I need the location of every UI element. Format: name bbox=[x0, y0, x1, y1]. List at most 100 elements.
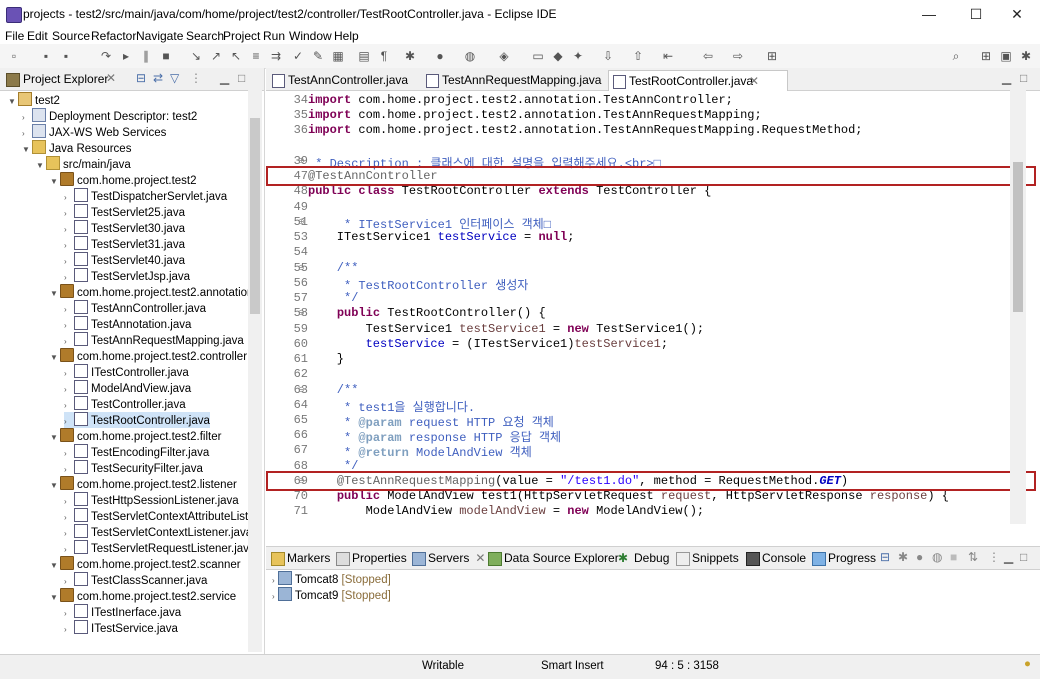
tab-markers[interactable]: Markers bbox=[271, 551, 330, 566]
tree-item[interactable]: ▼ com.home.project.test2.listener bbox=[50, 476, 237, 492]
tree-item[interactable]: › TestRootController.java bbox=[64, 412, 210, 428]
editor-scrollbar-thumb[interactable] bbox=[1013, 162, 1023, 312]
step-return-icon[interactable]: ↖ bbox=[228, 48, 244, 64]
wand-icon[interactable]: ✦ bbox=[570, 48, 586, 64]
tree-item[interactable]: › TestServletContextListener.java bbox=[64, 524, 252, 540]
coverage-icon[interactable]: ◍ bbox=[462, 48, 478, 64]
tree-item[interactable]: ▼ test2 bbox=[8, 92, 60, 108]
save-all-icon[interactable]: ▪ bbox=[58, 48, 74, 64]
collapse-twisty-icon[interactable]: ▼ bbox=[50, 590, 60, 606]
menu-navigate[interactable]: Navigate bbox=[136, 28, 183, 45]
menu-help[interactable]: Help bbox=[334, 28, 359, 45]
step-into-icon[interactable]: ↘ bbox=[188, 48, 204, 64]
pin-editor-icon[interactable]: ⊞ bbox=[764, 48, 780, 64]
tree-item[interactable]: › TestClassScanner.java bbox=[64, 572, 207, 588]
collapse-twisty-icon[interactable]: ▼ bbox=[36, 158, 46, 174]
expand-twisty-icon[interactable]: › bbox=[64, 622, 74, 638]
suspend-icon[interactable]: ∥ bbox=[138, 48, 154, 64]
tree-item[interactable]: ▼ com.home.project.test2.scanner bbox=[50, 556, 241, 572]
forward-icon[interactable]: ⇨ bbox=[730, 48, 746, 64]
tree-item[interactable]: › TestAnnotation.java bbox=[64, 316, 191, 332]
step-over-icon[interactable]: ↗ bbox=[208, 48, 224, 64]
collapse-twisty-icon[interactable]: ▼ bbox=[50, 174, 60, 190]
tab-debug[interactable]: ✱ Debug bbox=[618, 551, 669, 565]
maximize-view-icon[interactable]: □ bbox=[238, 71, 245, 85]
collapse-twisty-icon[interactable]: ▼ bbox=[50, 558, 60, 574]
prev-annotation-icon[interactable]: ⇧ bbox=[630, 48, 646, 64]
tree-item[interactable]: › TestAnnRequestMapping.java bbox=[64, 332, 244, 348]
menu-file[interactable]: File bbox=[5, 28, 24, 45]
collapse-twisty-icon[interactable]: ▼ bbox=[50, 430, 60, 446]
java-ee-perspective-icon[interactable]: ▣ bbox=[998, 48, 1014, 64]
new-icon[interactable]: ▫ bbox=[6, 48, 22, 64]
collapse-all-icon[interactable]: ⊟ bbox=[880, 550, 890, 564]
last-edit-icon[interactable]: ⇤ bbox=[660, 48, 676, 64]
server-row-tomcat9[interactable]: › Tomcat9 [Stopped] bbox=[272, 587, 391, 602]
collapse-twisty-icon[interactable]: ▼ bbox=[8, 94, 18, 110]
debug-icon[interactable]: ✱ bbox=[402, 48, 418, 64]
collapse-twisty-icon[interactable]: ▼ bbox=[50, 286, 60, 302]
filter-icon[interactable]: ▽ bbox=[170, 71, 179, 85]
external-tools-icon[interactable]: ◈ bbox=[496, 48, 512, 64]
tree-item[interactable]: › ITestInerface.java bbox=[64, 604, 181, 620]
close-tab-icon[interactable]: ✕ bbox=[475, 551, 485, 565]
view-menu-icon[interactable]: ⋮ bbox=[988, 550, 1000, 564]
tree-item[interactable]: ▼ com.home.project.test2 bbox=[50, 172, 197, 188]
tree-item[interactable]: ▼ src/main/java bbox=[36, 156, 131, 172]
tab-properties[interactable]: Properties bbox=[336, 551, 407, 566]
tree-item[interactable]: › TestServletRequestListener.java bbox=[64, 540, 255, 556]
tab-console[interactable]: Console bbox=[746, 551, 806, 566]
tab-test-ann-controller[interactable]: TestAnnController.java bbox=[268, 70, 438, 90]
tree-item[interactable]: › TestSecurityFilter.java bbox=[64, 460, 203, 476]
minimize-view-icon[interactable]: ▁ bbox=[1004, 550, 1013, 564]
tree-item[interactable]: ▼ com.home.project.test2.controller bbox=[50, 348, 247, 364]
tree-item[interactable]: ▼ com.home.project.test2.service bbox=[50, 588, 236, 604]
tree-item[interactable]: › TestEncodingFilter.java bbox=[64, 444, 209, 460]
stop-server-icon[interactable]: ■ bbox=[950, 550, 957, 564]
view-menu-icon[interactable]: ⋮ bbox=[190, 71, 202, 85]
collapse-twisty-icon[interactable]: ▼ bbox=[50, 478, 60, 494]
tree-item[interactable]: › TestServletContextAttributeListe bbox=[64, 508, 255, 524]
menu-source[interactable]: Source bbox=[52, 28, 90, 45]
tab-test-root-controller[interactable]: TestRootController.java ✕ bbox=[608, 70, 788, 91]
block-select-icon[interactable]: ▦ bbox=[330, 48, 346, 64]
minimize-view-icon[interactable]: ▁ bbox=[220, 71, 229, 85]
explorer-scrollbar-thumb[interactable] bbox=[250, 118, 260, 314]
maximize-editor-icon[interactable]: □ bbox=[1020, 71, 1027, 85]
save-icon[interactable]: ▪ bbox=[38, 48, 54, 64]
fold-collapse-icon[interactable]: ⊖ bbox=[298, 308, 305, 318]
tree-item[interactable]: › ITestService.java bbox=[64, 620, 178, 636]
tree-item[interactable]: › TestAnnController.java bbox=[64, 300, 206, 316]
collapse-twisty-icon[interactable]: ▼ bbox=[50, 350, 60, 366]
start-debug-icon[interactable]: ✱ bbox=[898, 550, 908, 564]
tab-test-ann-request-mapping[interactable]: TestAnnRequestMapping.java bbox=[422, 70, 622, 90]
menu-edit[interactable]: Edit bbox=[27, 28, 48, 45]
search-icon[interactable]: ⌕ bbox=[948, 48, 964, 64]
fold-expand-icon[interactable]: ⊕ bbox=[298, 217, 305, 227]
minimize-button[interactable]: — bbox=[906, 0, 952, 28]
tree-item[interactable]: › TestServlet30.java bbox=[64, 220, 185, 236]
terminate-icon[interactable]: ■ bbox=[158, 48, 174, 64]
new-server-icon[interactable]: ◆ bbox=[550, 48, 566, 64]
server-row-tomcat8[interactable]: › Tomcat8 [Stopped] bbox=[272, 571, 391, 586]
use-step-filters-icon[interactable]: ⇉ bbox=[268, 48, 284, 64]
tab-snippets[interactable]: Snippets bbox=[676, 551, 739, 566]
menu-refactor[interactable]: Refactor bbox=[91, 28, 136, 45]
tree-item[interactable]: ▼ com.home.project.test2.annotation bbox=[50, 284, 253, 300]
tree-item[interactable]: › TestServlet40.java bbox=[64, 252, 185, 268]
resume-icon[interactable]: ▸ bbox=[118, 48, 134, 64]
tree-item[interactable]: › JAX-WS Web Services bbox=[22, 124, 166, 140]
lightbulb-icon[interactable]: ● bbox=[1024, 658, 1031, 670]
fold-collapse-icon[interactable]: ⊖ bbox=[298, 263, 305, 273]
menu-run[interactable]: Run bbox=[263, 28, 285, 45]
tab-servers[interactable]: Servers ✕ bbox=[412, 551, 485, 566]
menu-window[interactable]: Window bbox=[289, 28, 332, 45]
collapse-all-icon[interactable]: ⊟ bbox=[136, 71, 146, 85]
spelling-icon[interactable]: ✓ bbox=[290, 48, 306, 64]
menu-project[interactable]: Project bbox=[223, 28, 260, 45]
pilcrow-icon[interactable]: ¶ bbox=[376, 48, 392, 64]
link-editor-icon[interactable]: ⇄ bbox=[153, 71, 163, 85]
maximize-view-icon[interactable]: □ bbox=[1020, 550, 1027, 564]
tree-item[interactable]: ▼ com.home.project.test2.filter bbox=[50, 428, 221, 444]
fold-expand-icon[interactable]: ⊕ bbox=[298, 156, 305, 166]
